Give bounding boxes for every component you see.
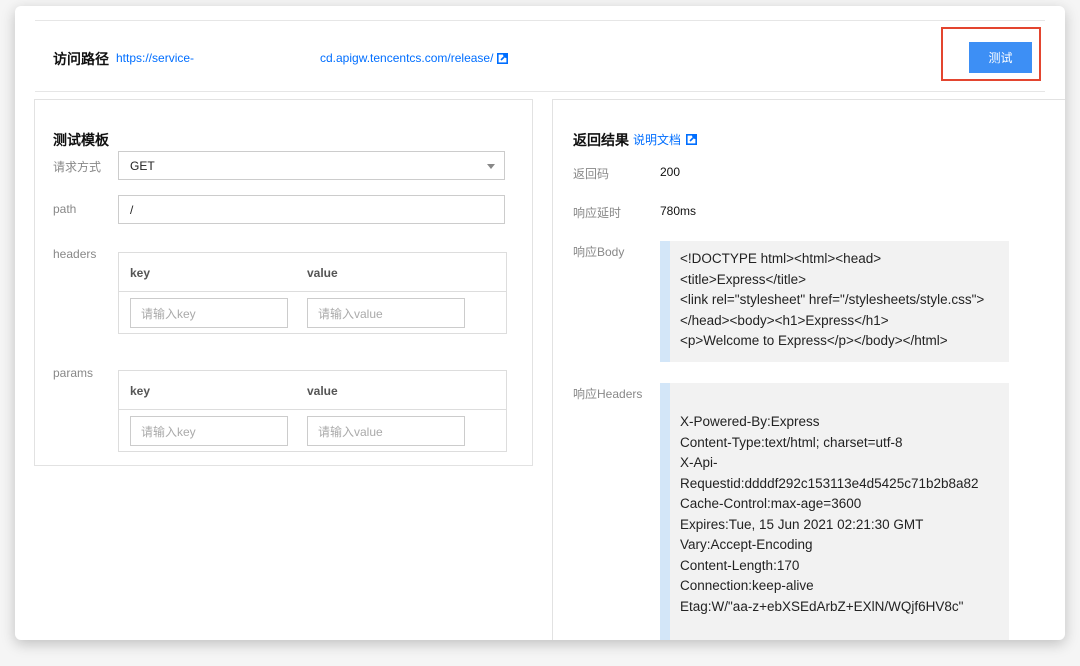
- response-body-label: 响应Body: [573, 245, 625, 259]
- url-row: 访问路径 https://service- cd.apigw.tencentcs…: [53, 49, 509, 69]
- body-line: <link rel="stylesheet" href="/stylesheet…: [680, 292, 985, 307]
- header-line: Content-Type:text/html; charset=utf-8: [680, 434, 903, 450]
- result-title: 返回结果: [573, 132, 629, 148]
- params-key-input[interactable]: 请输入key: [130, 416, 288, 446]
- params-value-input[interactable]: 请输入value: [307, 416, 465, 446]
- header-line: Content-Length:170: [680, 557, 800, 573]
- path-label: path: [53, 202, 77, 216]
- external-link-icon[interactable]: [686, 134, 698, 145]
- response-body-block: <!DOCTYPE html><html><head> <title>Expre…: [660, 241, 1009, 362]
- test-button[interactable]: 测试: [969, 42, 1032, 73]
- template-title: 测试模板: [53, 132, 109, 148]
- header-line: Cache-Control:max-age=3600: [680, 496, 862, 511]
- method-label: 请求方式: [53, 160, 102, 174]
- params-label: params: [53, 366, 94, 380]
- headers-label: headers: [53, 247, 97, 261]
- latency-value: 780ms: [660, 204, 697, 218]
- body-line: <p>Welcome to Express</p></body></html>: [680, 333, 948, 348]
- response-headers-label: 响应Headers: [573, 387, 643, 401]
- result-panel: 返回结果 说明文档 返回码 200 响应延时 780ms 响应Body <!DO…: [552, 99, 1065, 640]
- header-line: X-Api-: [680, 455, 718, 470]
- method-value: GET: [130, 158, 155, 173]
- test-button-highlight: 测试: [941, 27, 1041, 81]
- api-test-card: 访问路径 https://service- cd.apigw.tencentcs…: [15, 6, 1065, 640]
- header-line: Vary:Accept-Encoding: [680, 537, 813, 552]
- status-code-value: 200: [660, 165, 681, 179]
- doc-link-label[interactable]: 说明文档: [633, 131, 681, 148]
- params-table-header: key value: [119, 371, 506, 410]
- latency-label: 响应延时: [573, 206, 622, 220]
- doc-link[interactable]: 说明文档: [633, 131, 698, 148]
- url-part-b[interactable]: cd.apigw.tencentcs.com/release/: [320, 51, 493, 65]
- params-value-col: value: [307, 384, 338, 398]
- body-line: <title>Express</title>: [680, 271, 807, 287]
- method-select[interactable]: GET: [118, 151, 505, 180]
- headers-table-header: key value: [119, 253, 506, 292]
- url-part-a[interactable]: https://service-: [116, 51, 194, 65]
- header-line: Expires:Tue, 15 Jun 2021 02:21:30 GMT: [680, 516, 924, 532]
- headers-key-input[interactable]: 请输入key: [130, 298, 288, 328]
- body-line: </head><body><h1>Express</h1>: [680, 312, 889, 328]
- top-divider: [35, 20, 1045, 21]
- headers-value-col: value: [307, 266, 338, 280]
- headers-table: key value 请输入key 请输入value: [118, 252, 507, 334]
- path-input[interactable]: /: [118, 195, 505, 224]
- response-headers-block: X-Powered-By:Express Content-Type:text/h…: [660, 383, 1009, 640]
- header-line: Requestid:ddddf292c153113e4d5425c71b2b8a…: [680, 475, 979, 491]
- url-label: 访问路径: [53, 51, 109, 67]
- body-line: <!DOCTYPE html><html><head>: [680, 251, 882, 266]
- header-line: Connection:keep-alive: [680, 578, 814, 593]
- headers-value-input[interactable]: 请输入value: [307, 298, 465, 328]
- status-code-label: 返回码: [573, 167, 610, 181]
- header-line: X-Powered-By:Express: [680, 414, 820, 429]
- external-link-icon[interactable]: [497, 52, 509, 64]
- path-value: /: [130, 202, 134, 217]
- params-table: key value 请输入key 请输入value: [118, 370, 507, 452]
- test-template-panel: 测试模板 请求方式 GET path / headers key value 请…: [34, 99, 533, 466]
- url-link[interactable]: cd.apigw.tencentcs.com/release/: [320, 51, 509, 65]
- headers-key-col: key: [130, 266, 151, 280]
- params-key-col: key: [130, 384, 151, 398]
- chevron-down-icon: [487, 164, 495, 169]
- header-divider: [35, 91, 1045, 92]
- header-line: Etag:W/"aa-z+ebXSEdArbZ+EXlN/WQjf6HV8c": [680, 598, 964, 614]
